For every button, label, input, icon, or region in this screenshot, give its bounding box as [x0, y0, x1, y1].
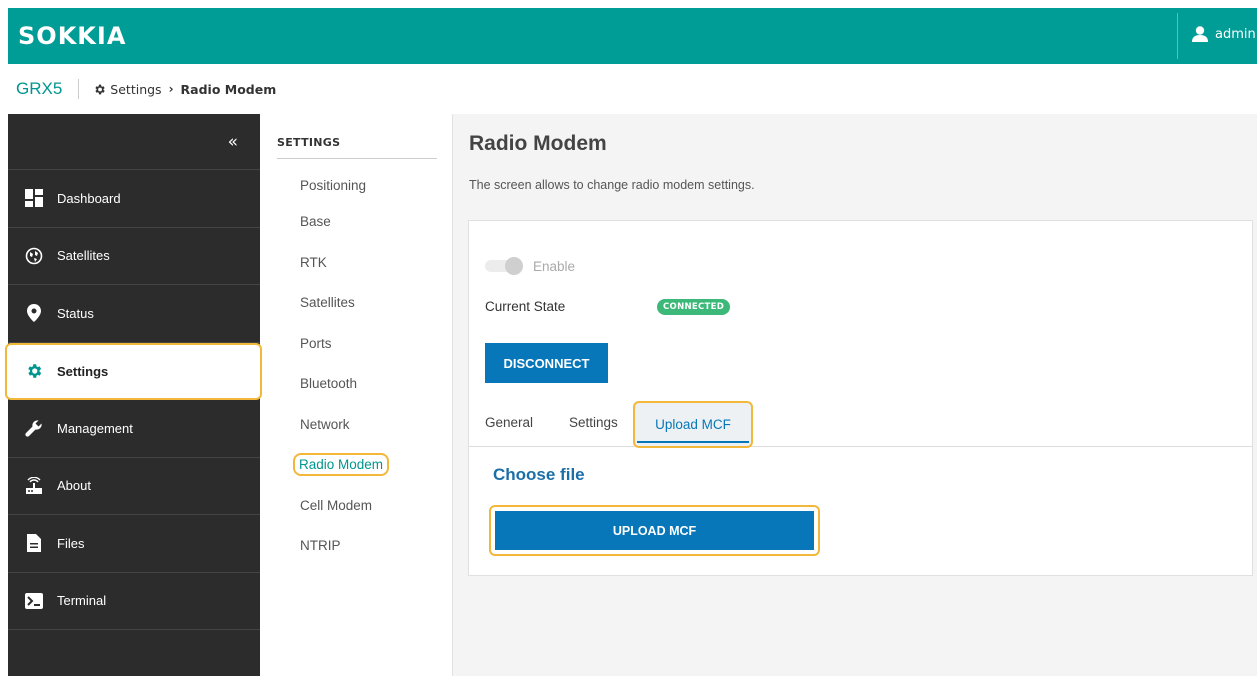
current-state-label: Current State — [485, 299, 566, 314]
user-menu[interactable]: admin — [1191, 25, 1256, 43]
submenu-item-label: Positioning — [300, 177, 367, 193]
sidebar-item-label: Settings — [57, 363, 109, 379]
sidebar: « Dashboard Satellites Status Settings M… — [5, 114, 262, 676]
username: admin — [1215, 26, 1256, 42]
main-content: Radio Modem The screen allows to change … — [453, 114, 1257, 676]
submenu-item-label: Cell Modem — [300, 497, 373, 513]
receiver-icon — [25, 476, 43, 495]
page-title: Radio Modem — [469, 132, 607, 155]
settings-submenu: SETTINGS Positioning Base RTK Satellites… — [277, 114, 453, 566]
sidebar-item-dashboard[interactable]: Dashboard — [8, 170, 260, 228]
upload-mcf-button[interactable]: UPLOAD MCF — [495, 511, 814, 550]
breadcrumb-current: Radio Modem — [180, 81, 277, 97]
file-icon — [25, 534, 43, 553]
sokkia-logo[interactable]: SOKKIA — [18, 22, 126, 50]
user-icon — [1192, 26, 1208, 42]
terminal-icon — [25, 592, 43, 610]
submenu-item-label: Bluetooth — [300, 376, 358, 392]
status-badge: CONNECTED — [657, 299, 731, 315]
sidebar-item-files[interactable]: Files — [8, 515, 260, 573]
active-tab-indicator — [637, 441, 749, 443]
gear-icon — [95, 84, 105, 94]
globe-icon — [25, 247, 43, 265]
enable-toggle[interactable] — [485, 257, 525, 275]
tab-settings[interactable]: Settings — [569, 415, 618, 430]
gear-icon — [25, 362, 43, 380]
sidebar-item-status[interactable]: Status — [8, 285, 260, 343]
sidebar-item-label: Terminal — [57, 593, 107, 609]
submenu-item-label: RTK — [300, 254, 327, 270]
breadcrumb-divider — [78, 79, 80, 99]
upload-button-highlight: UPLOAD MCF — [489, 505, 820, 556]
submenu-item-satellites[interactable]: Satellites — [277, 283, 453, 324]
top-header: SOKKIA admin — [8, 8, 1257, 64]
tab-upload-mcf[interactable]: Upload MCF — [633, 401, 753, 448]
sidebar-item-label: Status — [57, 305, 94, 321]
submenu-item-label: Ports — [300, 335, 332, 351]
submenu-item-bluetooth[interactable]: Bluetooth — [277, 364, 453, 405]
sidebar-item-management[interactable]: Management — [8, 400, 260, 458]
sidebar-item-label: Dashboard — [57, 190, 121, 206]
submenu-item-label: Radio Modem — [293, 453, 390, 477]
location-pin-icon — [25, 304, 43, 323]
device-name: GRX5 — [16, 79, 63, 98]
breadcrumb-parent[interactable]: Settings — [110, 82, 161, 97]
breadcrumb-bar: GRX5 Settings › Radio Modem — [8, 64, 1257, 114]
tab-general[interactable]: General — [485, 415, 533, 430]
chevron-right-icon: › — [168, 82, 174, 96]
submenu-item-network[interactable]: Network — [277, 404, 453, 445]
submenu-item-base[interactable]: Base — [277, 202, 453, 243]
tab-label: Upload MCF — [655, 417, 731, 432]
submenu-item-ntrip[interactable]: NTRIP — [277, 526, 453, 567]
submenu-item-radio-modem[interactable]: Radio Modem — [277, 445, 453, 486]
sidebar-item-satellites[interactable]: Satellites — [8, 228, 260, 285]
disconnect-button[interactable]: DISCONNECT — [485, 343, 608, 383]
sidebar-item-label: Management — [57, 420, 133, 436]
choose-file-link[interactable]: Choose file — [493, 465, 585, 485]
tab-bar: General Settings Upload MCF — [469, 401, 1252, 448]
sidebar-item-terminal[interactable]: Terminal — [8, 573, 260, 630]
submenu-item-cell-modem[interactable]: Cell Modem — [277, 485, 453, 526]
breadcrumb: Settings › Radio Modem — [93, 82, 276, 97]
sidebar-item-settings[interactable]: Settings — [5, 342, 262, 400]
dashboard-icon — [25, 189, 43, 208]
collapse-sidebar-button[interactable]: « — [8, 114, 260, 170]
enable-row: Enable — [485, 257, 575, 275]
submenu-item-rtk[interactable]: RTK — [277, 242, 453, 283]
submenu-item-label: Satellites — [300, 295, 355, 311]
sidebar-item-label: Satellites — [57, 248, 110, 264]
submenu-item-label: Base — [300, 214, 331, 230]
submenu-item-label: Network — [300, 416, 350, 432]
submenu-title: SETTINGS — [277, 136, 437, 159]
page-description: The screen allows to change radio modem … — [469, 178, 755, 192]
submenu-item-positioning[interactable]: Positioning — [277, 165, 453, 206]
radio-modem-card: Enable Current State CONNECTED DISCONNEC… — [468, 220, 1253, 576]
sidebar-item-label: About — [57, 478, 91, 494]
submenu-item-ports[interactable]: Ports — [277, 323, 453, 364]
submenu-item-label: NTRIP — [300, 538, 341, 554]
header-divider — [1177, 13, 1178, 59]
sidebar-item-label: Files — [57, 535, 85, 551]
sidebar-item-about[interactable]: About — [8, 458, 260, 515]
enable-label: Enable — [533, 258, 576, 274]
wrench-icon — [25, 419, 43, 437]
double-chevron-left-icon: « — [227, 131, 238, 152]
